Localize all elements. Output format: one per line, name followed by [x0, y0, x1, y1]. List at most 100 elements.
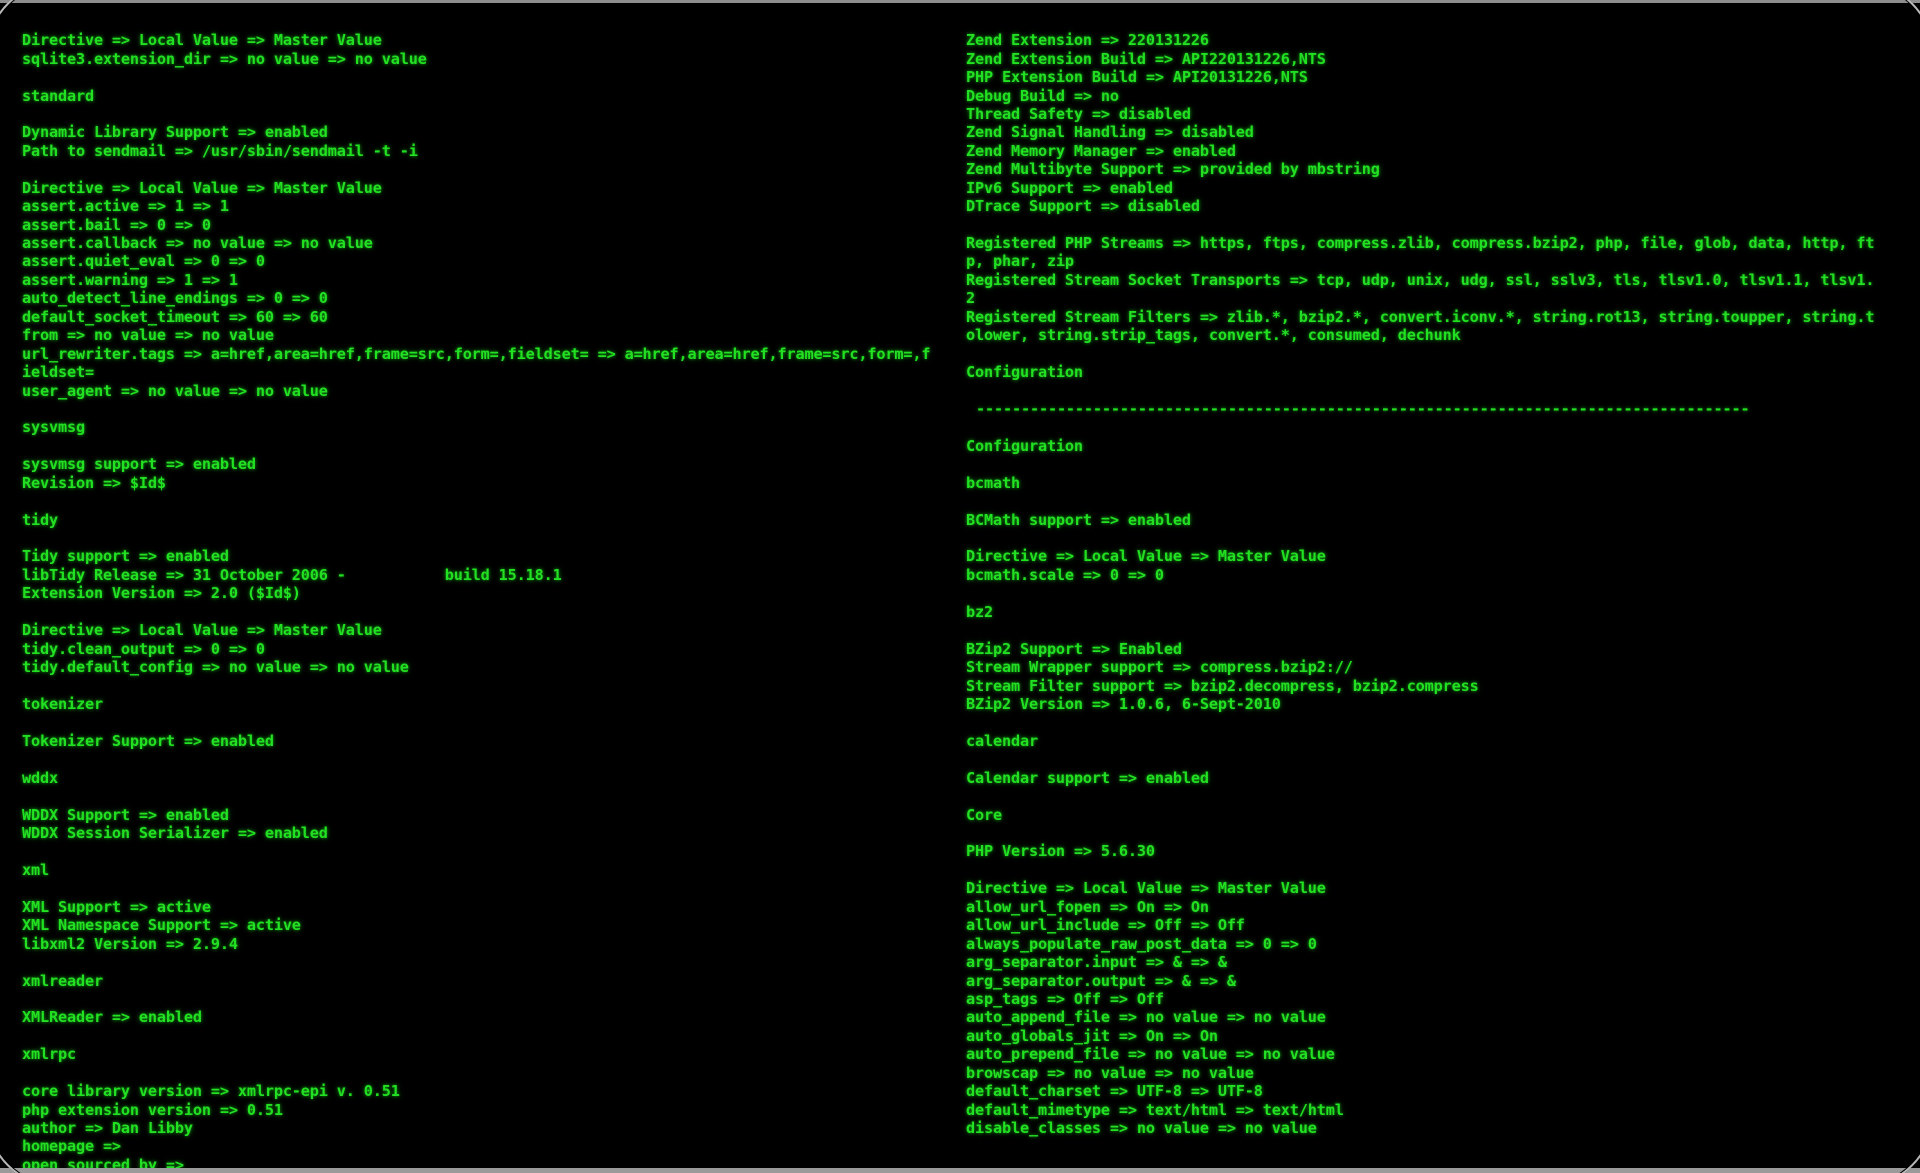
output-line: Calendar support => enabled	[966, 768, 1209, 787]
output-line: 2	[966, 289, 975, 308]
output-line: Path to sendmail => /usr/sbin/sendmail -…	[22, 141, 418, 160]
phpinfo-left-column: Directive => Local Value => Master Value…	[22, 31, 962, 1173]
output-line: Directive => Local Value => Master Value	[22, 178, 382, 197]
output-line: bz2	[966, 602, 993, 621]
output-line: assert.quiet_eval => 0 => 0	[22, 252, 265, 271]
output-line: BZip2 Support => Enabled	[966, 639, 1182, 658]
output-line: Registered PHP Streams => https, ftps, c…	[966, 234, 1875, 252]
output-line: BCMath support => enabled	[966, 510, 1191, 529]
output-line: ieldset=	[22, 363, 94, 382]
output-line: Configuration	[966, 363, 1083, 382]
output-line: Directive => Local Value => Master Value	[22, 31, 382, 50]
output-line: libxml2 Version => 2.9.4	[22, 934, 238, 953]
output-line: xml	[22, 860, 49, 879]
terminal-screen: Directive => Local Value => Master Value…	[0, 0, 1920, 1173]
output-line: default_charset => UTF-8 => UTF-8	[966, 1082, 1263, 1101]
output-line: arg_separator.output => & => &	[966, 971, 1236, 990]
output-line: bcmath.scale => 0 => 0	[966, 565, 1164, 584]
output-line: bcmath	[966, 473, 1020, 492]
bezel-top-strip	[0, 0, 1920, 3]
output-line: Configuration	[966, 436, 1083, 455]
output-line: wddx	[22, 768, 58, 787]
output-line: Tokenizer Support => enabled	[22, 731, 274, 750]
output-line: sysvmsg support => enabled	[22, 455, 256, 474]
output-line: author => Dan Libby	[22, 1119, 193, 1137]
output-line: PHP Version => 5.6.30	[966, 842, 1155, 861]
output-line: Registered Stream Socket Transports => t…	[966, 270, 1875, 289]
output-line: BZip2 Version => 1.0.6, 6-Sept-2010	[966, 694, 1281, 713]
output-line: Zend Extension Build => API220131226,NTS	[966, 49, 1326, 68]
output-line: XMLReader => enabled	[22, 1008, 202, 1027]
output-line: WDDX Support => enabled	[22, 805, 229, 824]
output-line: allow_url_fopen => On => On	[966, 897, 1209, 916]
output-line: auto_globals_jit => On => On	[966, 1026, 1218, 1045]
output-line: auto_detect_line_endings => 0 => 0	[22, 289, 328, 308]
output-line: sysvmsg	[22, 418, 85, 437]
output-line: default_socket_timeout => 60 => 60	[22, 307, 328, 326]
output-line: tidy.default_config => no value => no va…	[22, 658, 409, 677]
output-line: Thread Safety => disabled	[966, 104, 1191, 123]
output-line: Directive => Local Value => Master Value	[22, 621, 382, 640]
section-separator-rule: ----------------------------------------…	[976, 399, 1750, 418]
output-line: Stream Filter support => bzip2.decompres…	[966, 676, 1479, 695]
output-line: from => no value => no value	[22, 326, 274, 345]
output-line: standard	[22, 86, 94, 105]
output-line: Zend Multibyte Support => provided by mb…	[966, 160, 1380, 179]
output-line: Stream Wrapper support => compress.bzip2…	[966, 658, 1353, 677]
output-line: Core	[966, 805, 1002, 824]
output-line: Registered Stream Filters => zlib.*, bzi…	[966, 307, 1875, 326]
output-line: DTrace Support => disabled	[966, 197, 1200, 216]
output-line: default_mimetype => text/html => text/ht…	[966, 1100, 1344, 1119]
output-line: libTidy Release => 31 October 2006 - bui…	[22, 565, 562, 584]
output-line: XML Namespace Support => active	[22, 916, 301, 935]
output-line: olower, string.strip_tags, convert.*, co…	[966, 326, 1461, 345]
output-line: tidy	[22, 510, 58, 529]
output-line: sqlite3.extension_dir => no value => no …	[22, 49, 427, 68]
output-line: XML Support => active	[22, 897, 211, 916]
bezel-bottom-strip	[0, 1168, 1920, 1173]
output-line: url_rewriter.tags => a=href,area=href,fr…	[22, 344, 931, 363]
output-line: allow_url_include => Off => Off	[966, 916, 1245, 935]
output-line: WDDX Session Serializer => enabled	[22, 824, 328, 842]
output-line: Directive => Local Value => Master Value	[966, 547, 1326, 566]
output-line: assert.callback => no value => no value	[22, 234, 373, 252]
output-line: p, phar, zip	[966, 252, 1074, 271]
output-line: homepage =>	[22, 1137, 130, 1156]
output-line: tokenizer	[22, 694, 103, 713]
output-line: user_agent => no value => no value	[22, 381, 328, 400]
output-line: assert.bail => 0 => 0	[22, 215, 211, 234]
output-line: disable_classes => no value => no value	[966, 1119, 1317, 1137]
output-line: core library version => xmlrpc-epi v. 0.…	[22, 1082, 400, 1101]
output-line: browscap => no value => no value	[966, 1063, 1254, 1082]
output-line: assert.warning => 1 => 1	[22, 270, 238, 289]
output-line: IPv6 Support => enabled	[966, 178, 1173, 197]
output-line: Dynamic Library Support => enabled	[22, 123, 328, 142]
output-line: assert.active => 1 => 1	[22, 197, 229, 216]
output-line: Revision => $Id$	[22, 473, 166, 492]
output-line: auto_prepend_file => no value => no valu…	[966, 1045, 1335, 1064]
